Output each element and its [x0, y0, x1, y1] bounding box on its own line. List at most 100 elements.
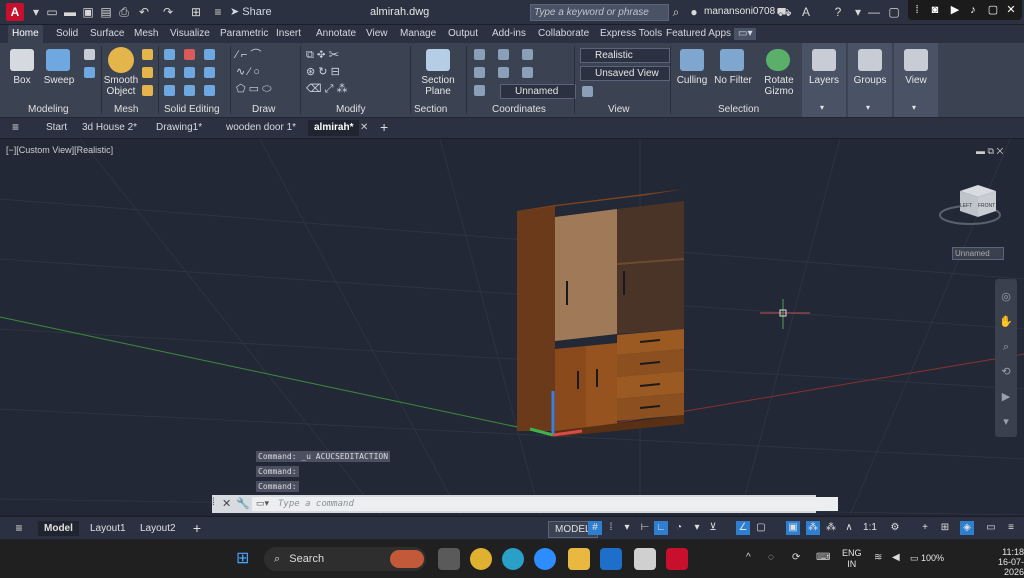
- ucs-dropdown[interactable]: Unnamed: [952, 247, 1004, 260]
- close-icon[interactable]: ✕: [222, 497, 231, 510]
- arc-icon[interactable]: ⌒: [250, 49, 261, 61]
- loft-icon[interactable]: [84, 67, 95, 78]
- new-tab-plus-icon[interactable]: +: [380, 119, 388, 135]
- share-button[interactable]: ➤ Share: [230, 5, 272, 18]
- new-file-icon[interactable]: ▭: [44, 4, 60, 20]
- customize-icon[interactable]: ≡: [1004, 521, 1018, 535]
- grid-icon[interactable]: #: [588, 521, 602, 535]
- wifi-icon[interactable]: ≋: [874, 552, 882, 563]
- selection-panel-title[interactable]: Selection: [718, 104, 759, 115]
- chevron-down-icon[interactable]: ▾: [850, 4, 866, 20]
- box-icon[interactable]: [10, 49, 34, 71]
- sync-icon[interactable]: ⟳: [792, 552, 800, 563]
- file-explorer-icon[interactable]: [568, 548, 590, 570]
- upper-right-shelves[interactable]: [617, 201, 684, 334]
- steering-wheel-icon[interactable]: ◎: [998, 285, 1014, 310]
- tab-output[interactable]: Output: [444, 25, 482, 43]
- move-icon[interactable]: ✥: [317, 49, 326, 61]
- camera-icon[interactable]: ◙: [928, 3, 942, 17]
- tab-view[interactable]: View: [362, 25, 392, 43]
- smooth-object-icon[interactable]: [108, 47, 134, 73]
- array-icon[interactable]: ⁂: [337, 83, 348, 95]
- ucs-z-axis-icon[interactable]: [474, 85, 485, 96]
- lower-left-door[interactable]: [555, 346, 586, 431]
- model-space-canvas[interactable]: [0, 139, 1024, 515]
- close-icon[interactable]: ✕: [1004, 3, 1018, 17]
- extract-edges-icon[interactable]: [204, 67, 215, 78]
- microphone-icon[interactable]: ♪: [966, 3, 980, 17]
- show-hidden-icons-chevron-icon[interactable]: ^: [746, 552, 751, 563]
- showmotion-icon[interactable]: ▶: [998, 385, 1014, 410]
- pan-icon[interactable]: ✋: [998, 310, 1014, 335]
- zoom-app-icon[interactable]: [534, 548, 556, 570]
- section-plane-button[interactable]: Section Plane: [416, 75, 460, 97]
- workspace-icon[interactable]: ⊞: [188, 4, 204, 20]
- 3d-rotate-icon[interactable]: ⊛: [306, 66, 315, 78]
- edge-icon[interactable]: [502, 548, 524, 570]
- modeling-panel-title[interactable]: Modeling: [28, 104, 69, 115]
- cart-icon[interactable]: ⛟: [776, 4, 792, 20]
- tab-express-tools[interactable]: Express Tools: [596, 25, 666, 43]
- outlook-icon[interactable]: [600, 548, 622, 570]
- draw-panel-title[interactable]: Draw: [252, 104, 275, 115]
- gear-icon[interactable]: ⚙: [888, 521, 902, 535]
- hamburger-menu-icon[interactable]: ≡: [12, 120, 19, 134]
- erase-icon[interactable]: ⌫: [306, 83, 322, 95]
- window-icon[interactable]: ▢: [986, 3, 1000, 17]
- polar-tracking-icon[interactable]: ◔: [672, 521, 686, 535]
- visual-style-dropdown[interactable]: Realistic: [580, 48, 670, 63]
- search-highlight-icon[interactable]: [390, 550, 424, 568]
- help-search-input[interactable]: Type a keyword or phrase: [530, 4, 669, 21]
- ortho-icon[interactable]: ∟: [654, 521, 668, 535]
- mirror-icon[interactable]: ⊟: [331, 66, 340, 78]
- file-tab-3d-house-2[interactable]: 3d House 2*: [76, 120, 143, 136]
- save-icon[interactable]: ▣: [80, 4, 96, 20]
- section-panel-title[interactable]: Section: [414, 104, 447, 115]
- mesh-box-icon[interactable]: [142, 49, 153, 60]
- trim-icon[interactable]: ✂: [329, 49, 340, 61]
- speaker-icon[interactable]: ◀: [892, 552, 900, 563]
- infer-constraints-icon[interactable]: ⊢: [638, 521, 652, 535]
- auto-scale-icon[interactable]: ⁂: [824, 521, 838, 535]
- system-clock[interactable]: 11:18 16-07-2026: [984, 547, 1024, 577]
- annotation-visibility-icon[interactable]: ⁂: [806, 521, 820, 535]
- orbit-icon[interactable]: ⟲: [998, 360, 1014, 385]
- tab-home[interactable]: Home: [8, 25, 43, 43]
- minimize-icon[interactable]: —: [866, 4, 882, 20]
- help-icon[interactable]: ?: [830, 4, 846, 20]
- undo-icon[interactable]: ↶: [136, 4, 152, 20]
- mesh-smooth-more-icon[interactable]: [142, 67, 153, 78]
- layout-tab-model[interactable]: Model: [38, 521, 79, 536]
- ucs-icon[interactable]: [474, 49, 485, 60]
- add-layout-plus-icon[interactable]: +: [190, 521, 204, 535]
- tab-surface[interactable]: Surface: [86, 25, 128, 43]
- battery-indicator[interactable]: ▭ 100%: [910, 553, 944, 564]
- named-view-dropdown[interactable]: Unsaved View: [580, 66, 670, 81]
- file-tab-start[interactable]: Start: [40, 120, 73, 136]
- zoom-icon[interactable]: ⌕: [998, 335, 1014, 360]
- tab-manage[interactable]: Manage: [396, 25, 440, 43]
- units-icon[interactable]: ⊞: [938, 521, 952, 535]
- close-icon[interactable]: ✕: [996, 146, 1003, 156]
- slice-icon[interactable]: [164, 67, 175, 78]
- extrude-icon[interactable]: [84, 49, 95, 60]
- copy-clip-icon[interactable]: ⧉: [306, 49, 314, 61]
- file-tab-wooden-door-1[interactable]: wooden door 1*: [220, 120, 302, 136]
- ucs-origin-icon[interactable]: [522, 49, 533, 60]
- object-snap-icon[interactable]: ▢: [754, 521, 768, 535]
- viewport-controls-label[interactable]: [−][Custom View][Realistic]: [6, 145, 113, 155]
- intersect-icon[interactable]: [204, 49, 215, 60]
- file-tab-almirah[interactable]: almirah*: [308, 120, 360, 136]
- culling-button[interactable]: Culling: [674, 75, 710, 86]
- autocad-logo-icon[interactable]: A: [6, 3, 24, 21]
- tab-featured-apps[interactable]: Featured Apps: [662, 25, 735, 43]
- command-input[interactable]: Type a command: [252, 497, 838, 511]
- subtract-icon[interactable]: [184, 49, 195, 60]
- snap-icon[interactable]: ⁞: [604, 521, 618, 535]
- task-view-icon[interactable]: [438, 548, 460, 570]
- almirah-side-panel[interactable]: [517, 205, 555, 431]
- tab-visualize[interactable]: Visualize: [166, 25, 214, 43]
- groups-panel[interactable]: Groups ▾: [848, 43, 892, 117]
- interfere-icon[interactable]: [184, 67, 195, 78]
- shell-icon[interactable]: [184, 85, 195, 96]
